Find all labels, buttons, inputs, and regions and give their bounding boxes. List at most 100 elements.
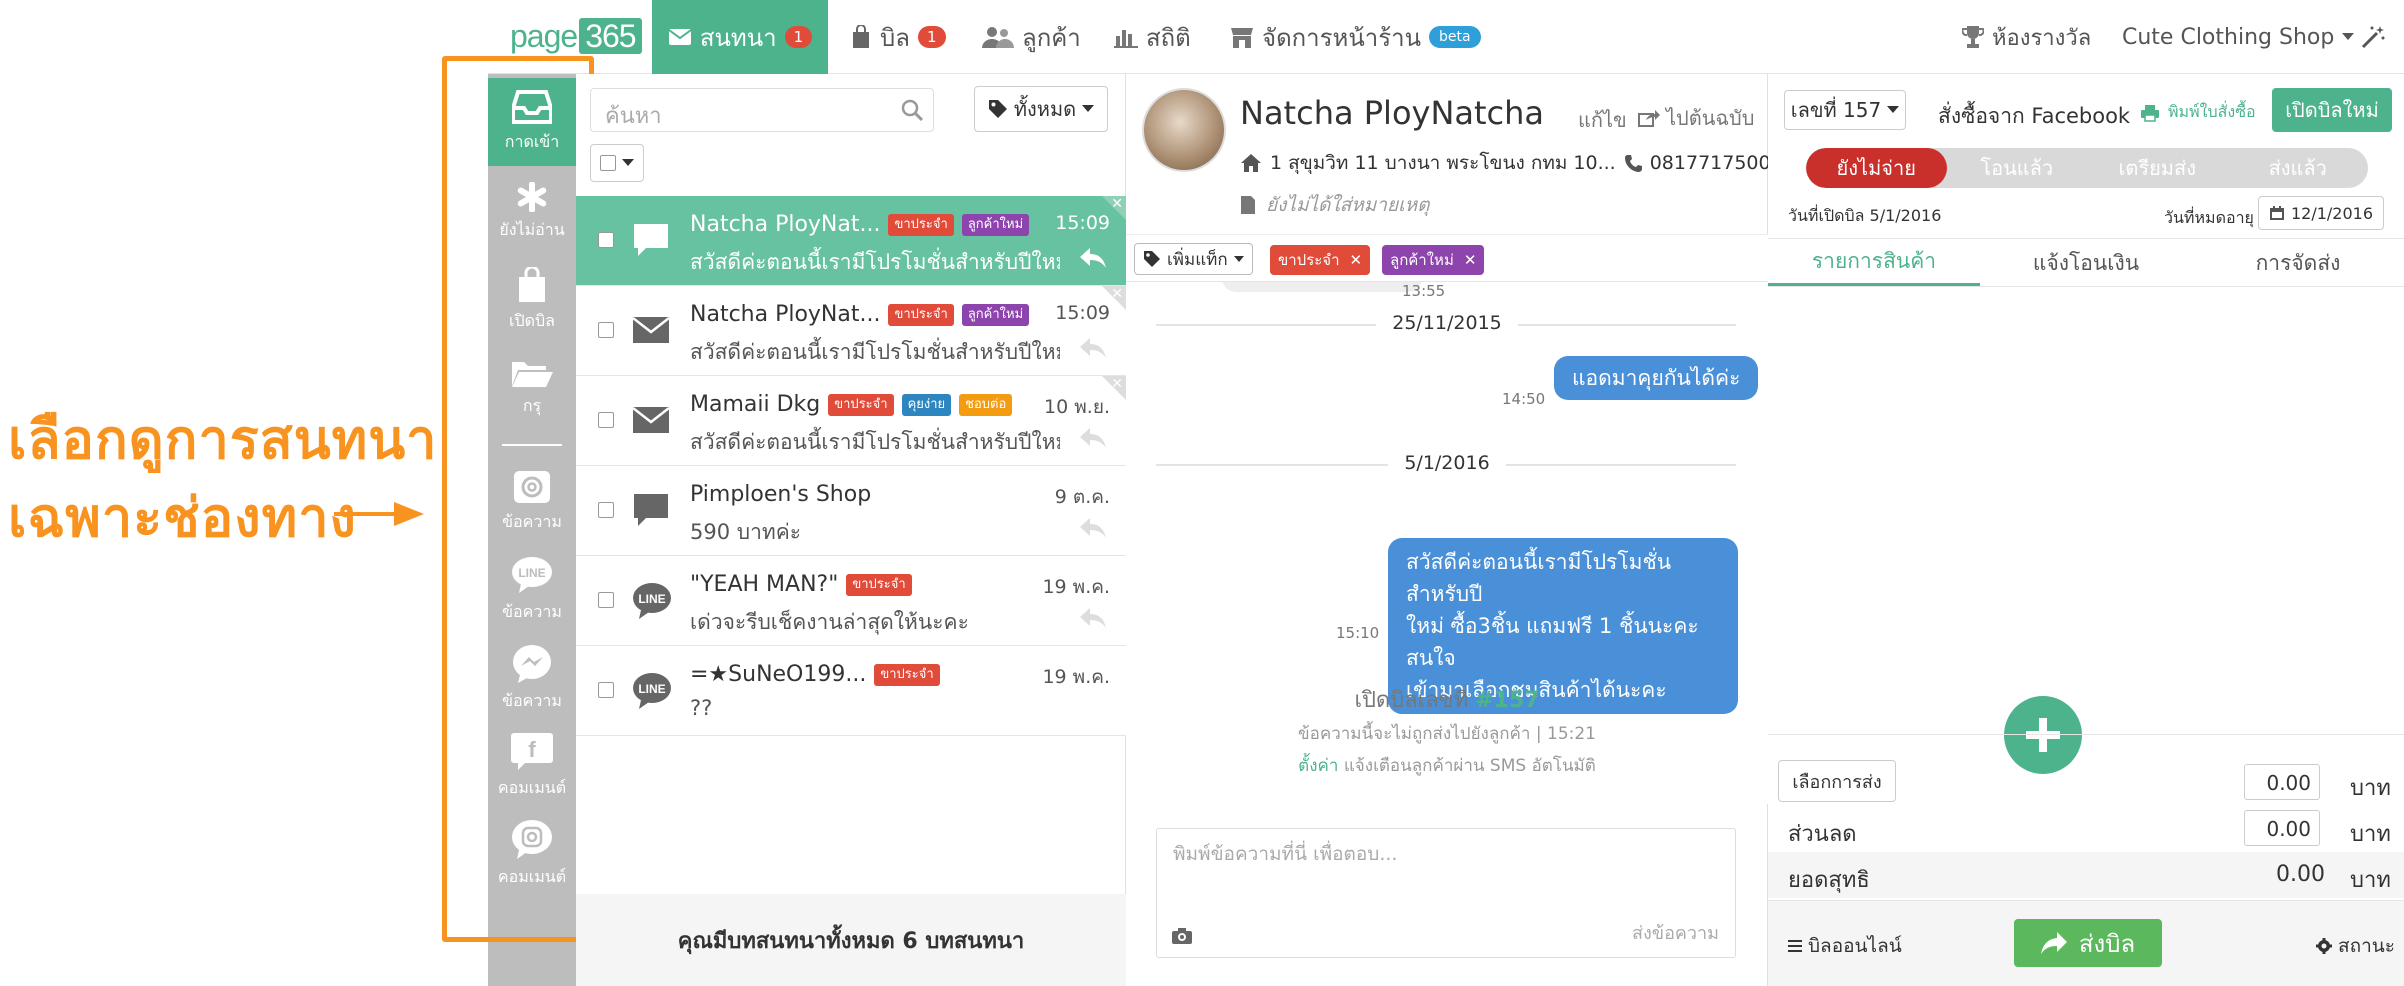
- tag-badge: ขาประจำ: [888, 303, 954, 326]
- chat-pane: Natcha PloyNatcha แก้ไข ไปต้นฉบับ 1 สุขุ…: [1126, 74, 1771, 986]
- contact-name: =★SuNeO199...: [690, 662, 867, 687]
- awards-link[interactable]: ห้องรางวัล: [1962, 0, 2091, 74]
- nav-tab-stats[interactable]: สถิติ: [1114, 0, 1191, 74]
- contact-note[interactable]: ยังไม่ได้ใส่หมายเหตุ: [1240, 190, 1429, 220]
- expire-date-picker[interactable]: 12/1/2016: [2258, 196, 2384, 230]
- calendar-icon: [2269, 206, 2284, 220]
- select-all-checkbox[interactable]: [600, 155, 616, 171]
- conversation-item[interactable]: LINE =★SuNeO199... ขาประจำ ?? 19 พ.ค.: [576, 646, 1126, 736]
- status-unpaid[interactable]: ยังไม่จ่าย: [1806, 148, 1947, 188]
- conversation-item[interactable]: ✕ Mamaii Dkg ขาประจำ คุยง่าย ชอบต่อ สวัสดีค…: [576, 376, 1126, 466]
- envelope-icon: [632, 407, 670, 433]
- logo[interactable]: page 365: [510, 18, 642, 55]
- nav-tab-storefront[interactable]: จัดการหน้าร้าน beta: [1230, 0, 1481, 74]
- message-preview: เด่วจะรีบเช็คงานล่าสุดให้นะคะ: [690, 610, 969, 634]
- reply-input[interactable]: พิมพ์ข้อความที่นี่ เพื่อตอบ...: [1173, 839, 1397, 869]
- currency-label: บาท: [2350, 868, 2391, 893]
- caret-down-icon: [1887, 106, 1900, 113]
- conversation-checkbox[interactable]: [598, 412, 614, 428]
- tag-badge: คุยง่าย: [901, 393, 952, 416]
- status-preparing[interactable]: เตรียมส่ง: [2087, 148, 2228, 188]
- camera-icon[interactable]: [1171, 927, 1193, 945]
- message-time: 14:50: [1502, 390, 1546, 408]
- contact-name: Pimploen's Shop: [690, 482, 872, 507]
- bar-chart-icon: [1114, 30, 1138, 48]
- expire-label: วันที่หมดอายุ: [2164, 208, 2254, 227]
- bill-open-date: วันที่เปิดบิล 5/1/2016: [1788, 206, 1942, 225]
- send-bill-button[interactable]: ส่งบิล: [2014, 919, 2162, 967]
- status-menu[interactable]: สถานะ: [2316, 931, 2395, 961]
- conversation-item[interactable]: LINE "YEAH MAN?" ขาประจำ เด่วจะรีบเช็คงาน…: [576, 556, 1126, 646]
- nav-tab-customers[interactable]: ลูกค้า: [982, 0, 1081, 74]
- gear-icon: [2316, 938, 2332, 954]
- note-icon: [1241, 196, 1255, 214]
- status-shipped[interactable]: ส่งแล้ว: [2228, 148, 2369, 188]
- outgoing-message: แอดมาคุยกันได้ค่ะ: [1554, 356, 1759, 400]
- close-icon[interactable]: ✕: [1111, 376, 1123, 392]
- tab-payment-notice[interactable]: แจ้งโอนเงิน: [1980, 240, 2192, 286]
- search-input[interactable]: ค้นหา: [590, 88, 934, 132]
- remove-tag-icon[interactable]: ✕: [1464, 251, 1477, 269]
- conversation-item[interactable]: ✕ Natcha PloyNat... ขาประจำ ลูกค้าใหม่ สวั…: [576, 196, 1126, 286]
- bill-number-dropdown[interactable]: เลขที่ 157: [1784, 90, 1906, 130]
- home-icon: [1241, 154, 1261, 172]
- contact-address: 1 สุขุมวิท 11 บางนา พระโขนง กทม 10... 08…: [1240, 148, 1771, 178]
- nav-tab-chat[interactable]: สนทนา 1: [652, 0, 828, 74]
- message-time: 13:55: [1402, 282, 1446, 300]
- select-shipping-button[interactable]: เลือกการส่ง: [1778, 760, 1896, 802]
- conversation-checkbox[interactable]: [598, 502, 614, 518]
- tab-shipping[interactable]: การจัดส่ง: [2192, 240, 2404, 286]
- shop-dropdown[interactable]: Cute Clothing Shop: [2122, 0, 2355, 74]
- chat-tag[interactable]: ลูกค้าใหม่ ✕: [1382, 245, 1485, 275]
- phone-icon: [1624, 155, 1642, 172]
- bill-number-link[interactable]: #157: [1475, 688, 1539, 713]
- add-tag-button[interactable]: เพิ่มแท็ก: [1134, 243, 1253, 275]
- reply-icon: [1080, 518, 1106, 538]
- printer-icon: [2141, 104, 2159, 122]
- conversation-checkbox[interactable]: [598, 322, 614, 338]
- payment-status-bar: ยังไม่จ่าย โอนแล้ว เตรียมส่ง ส่งแล้ว: [1806, 148, 2368, 188]
- goto-original-link[interactable]: ไปต้นฉบับ: [1638, 102, 1754, 134]
- settings-link[interactable]: ตั้งค่า: [1298, 756, 1338, 776]
- send-message-button[interactable]: ส่งข้อความ: [1632, 918, 1719, 947]
- status-transferred[interactable]: โอนแล้ว: [1947, 148, 2088, 188]
- order-source: สั่งซื้อจาก Facebook: [1938, 104, 2131, 128]
- edit-link[interactable]: แก้ไข: [1578, 104, 1627, 136]
- caret-down-icon: [622, 159, 634, 166]
- open-new-bill-button[interactable]: เปิดบิลใหม่: [2272, 88, 2392, 132]
- online-bill-link[interactable]: บิลออนไลน์: [1788, 931, 1902, 961]
- tag-badge: ลูกค้าใหม่: [961, 303, 1030, 326]
- plus-icon: [2026, 718, 2060, 752]
- currency-label: บาท: [2350, 776, 2391, 801]
- conversation-checkbox[interactable]: [598, 232, 614, 248]
- svg-text:LINE: LINE: [638, 592, 665, 606]
- conversation-item[interactable]: ✕ Natcha PloyNat... ขาประจำ ลูกค้าใหม่ สวั…: [576, 286, 1126, 376]
- magic-wand-button[interactable]: [2360, 0, 2386, 74]
- sms-setting-notice: ตั้งค่า แจ้งเตือนลูกค้าผ่าน SMS อัตโนมัต…: [1298, 756, 1596, 776]
- tag-badge: ขาประจำ: [828, 393, 894, 416]
- previous-message-bubble: [1222, 282, 1422, 292]
- tag-filter-dropdown[interactable]: ทั้งหมด: [974, 86, 1108, 132]
- message-time: 19 พ.ค.: [1042, 576, 1110, 598]
- chat-tag[interactable]: ขาประจำ ✕: [1270, 245, 1371, 275]
- date-separator: 25/11/2015: [1126, 312, 1768, 334]
- magic-wand-icon: [2361, 26, 2385, 49]
- print-order-button[interactable]: พิมพ์ใบสั่งซื้อ: [2140, 100, 2256, 125]
- close-icon[interactable]: ✕: [1111, 196, 1123, 212]
- reply-composer[interactable]: พิมพ์ข้อความที่นี่ เพื่อตอบ... ส่งข้อควา…: [1156, 828, 1736, 958]
- bill-count-badge: 1: [917, 26, 946, 48]
- svg-text:LINE: LINE: [638, 682, 665, 696]
- conversation-checkbox[interactable]: [598, 592, 614, 608]
- select-all-dropdown[interactable]: [590, 144, 644, 182]
- remove-tag-icon[interactable]: ✕: [1350, 251, 1363, 269]
- nav-tab-bills[interactable]: บิล 1: [850, 0, 946, 74]
- conversation-checkbox[interactable]: [598, 682, 614, 698]
- beta-badge: beta: [1429, 26, 1481, 48]
- shipping-fee-input[interactable]: 0.00: [2244, 764, 2320, 800]
- tab-products[interactable]: รายการสินค้า: [1768, 240, 1980, 286]
- conversation-item[interactable]: Pimploen's Shop 590 บาทค่ะ 9 ต.ค.: [576, 466, 1126, 556]
- close-icon[interactable]: ✕: [1111, 286, 1123, 302]
- share-arrow-icon: [2040, 932, 2067, 954]
- tag-badge: ชอบต่อ: [959, 393, 1013, 416]
- discount-input[interactable]: 0.00: [2244, 810, 2320, 846]
